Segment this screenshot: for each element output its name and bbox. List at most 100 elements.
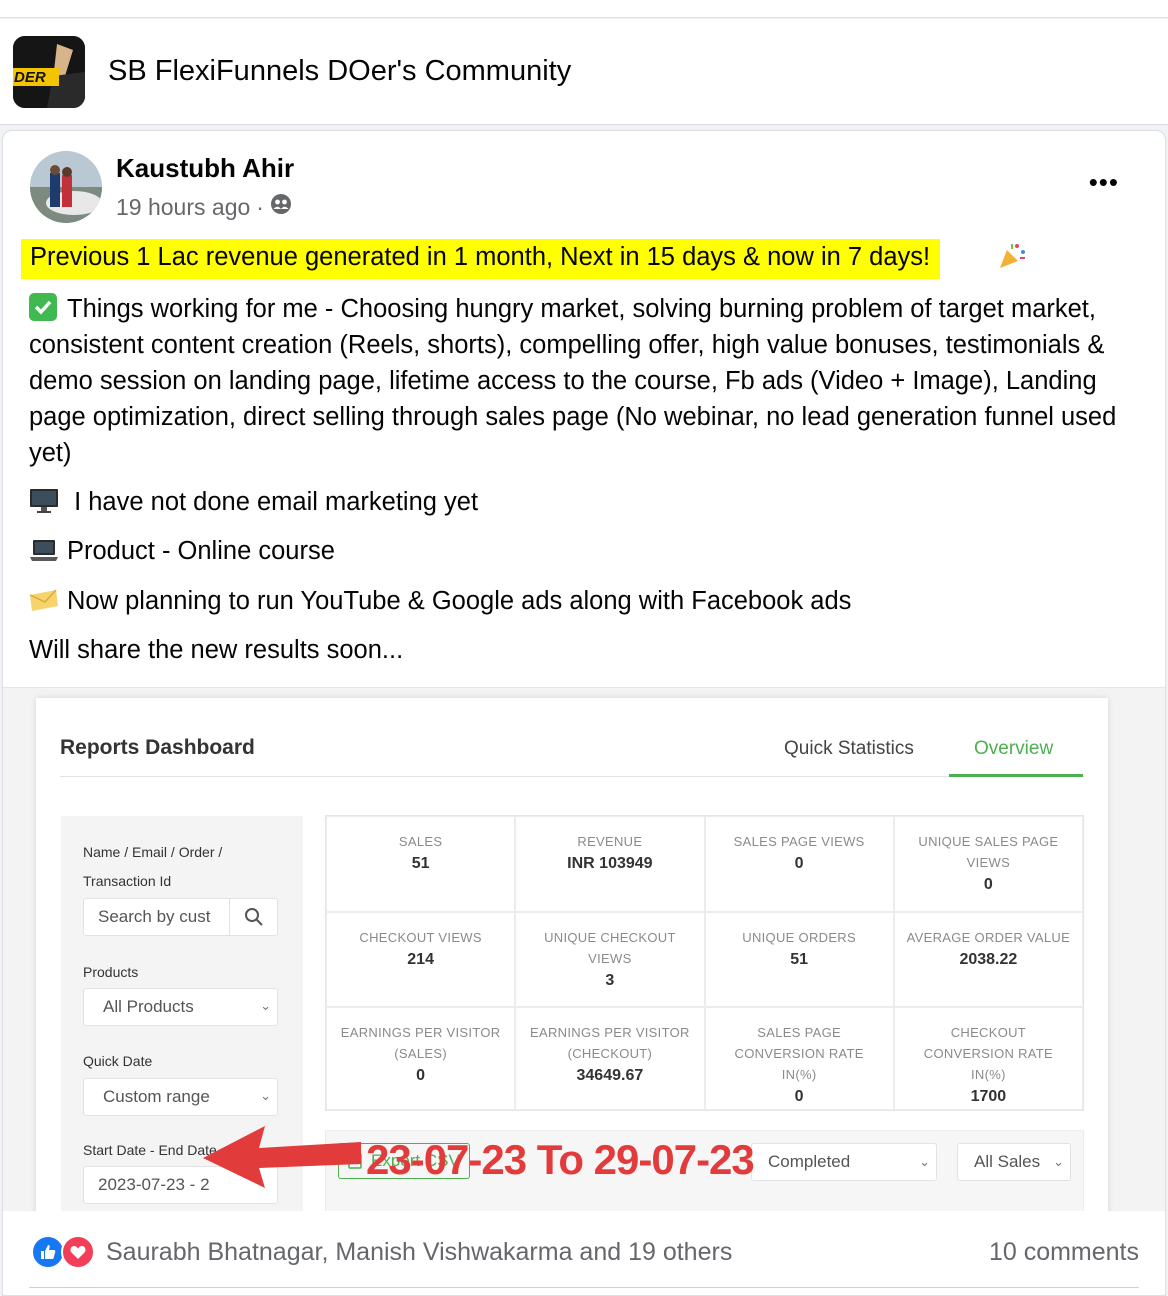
group-name[interactable]: SB FlexiFunnels DOer's Community [108, 55, 571, 88]
stat-value: 51 [790, 950, 809, 968]
envelope-icon [29, 587, 59, 613]
love-icon [61, 1235, 95, 1269]
like-icon [31, 1235, 65, 1269]
laptop-icon [29, 537, 59, 563]
sales-type-value: All Sales [974, 1152, 1041, 1171]
search-input[interactable]: Search by cust [83, 898, 278, 936]
products-label: Products [83, 964, 139, 980]
stat-label: REVENUE [577, 834, 643, 849]
search-input-placeholder: Search by cust [98, 907, 211, 926]
top-bar [0, 0, 1168, 18]
search-label: Name / Email / Order / Transaction Id [83, 838, 222, 896]
tab-divider [60, 776, 1084, 777]
stat-card: SALES 51 [326, 816, 516, 912]
stat-value: 1700 [970, 1088, 1007, 1105]
product-paragraph: Product - Online course [29, 533, 1149, 569]
stat-label: CHECKOUT CONVERSION RATE IN(%) [923, 1025, 1053, 1082]
stat-label: EARNINGS PER VISITOR (CHECKOUT) [530, 1025, 690, 1061]
chevron-down-icon: ⌄ [260, 1088, 271, 1103]
products-select[interactable]: All Products ⌄ [83, 988, 278, 1026]
search-icon[interactable] [229, 899, 277, 935]
quick-date-label: Quick Date [83, 1053, 153, 1069]
stat-value: 3 [605, 971, 615, 989]
search-label-line-1: Name / Email / Order / [83, 844, 223, 860]
stat-value: 51 [411, 855, 430, 872]
more-options-button[interactable]: ••• [1089, 167, 1119, 198]
group-icon [270, 193, 292, 221]
date-range-annotation: 23-07-23 To 29-07-23 [366, 1136, 755, 1183]
post-image[interactable]: Reports Dashboard Quick Statistics Overv… [3, 687, 1165, 1211]
stat-value: 2038.22 [959, 950, 1018, 968]
post-highlight: Previous 1 Lac revenue generated in 1 mo… [21, 239, 941, 279]
stat-label: UNIQUE ORDERS [742, 929, 856, 945]
stat-value: INR 103949 [567, 855, 653, 872]
stat-label: SALES [398, 834, 443, 849]
comments-count[interactable]: 10 comments [989, 1238, 1139, 1267]
things-working-paragraph: Things working for me - Choosing hungry … [29, 291, 1149, 471]
group-header: DER SB FlexiFunnels DOer's Community [0, 19, 1168, 125]
stat-card: REVENUE INR 103949 [515, 816, 705, 912]
stat-card: AVERAGE ORDER VALUE 2038.22 [893, 911, 1083, 1007]
stat-card: UNIQUE CHECKOUT VIEWS 3 [515, 911, 705, 1007]
author-name[interactable]: Kaustubh Ahir [116, 153, 294, 184]
post-footer: Saurabh Bhatnagar, Manish Vishwakarma an… [3, 1211, 1165, 1295]
stat-label: SALES PAGE VIEWS [733, 834, 865, 849]
tab-quick-statistics[interactable]: Quick Statistics [784, 738, 914, 760]
stat-value: 0 [983, 876, 993, 893]
planning-paragraph: Now planning to run YouTube & Google ads… [29, 583, 1149, 619]
quick-date-value: Custom range [103, 1087, 210, 1106]
search-label-line-2: Transaction Id [83, 873, 172, 889]
post-time[interactable]: 19 hours ago [116, 194, 250, 221]
stat-card: CHECKOUT CONVERSION RATE IN(%) 1700 [893, 1007, 1083, 1110]
stat-value: 0 [416, 1067, 426, 1084]
stat-label: AVERAGE ORDER VALUE [906, 929, 1071, 945]
dashboard-title: Reports Dashboard [60, 736, 255, 759]
stat-label: UNIQUE SALES PAGE VIEWS [918, 834, 1059, 870]
stat-value: 34649.67 [576, 1067, 644, 1084]
email-paragraph: I have not done email marketing yet [29, 484, 1149, 520]
email-text: I have not done email marketing yet [67, 488, 479, 516]
status-select[interactable]: Completed ⌄ [751, 1143, 937, 1181]
sales-type-select[interactable]: All Sales ⌄ [957, 1143, 1071, 1181]
closing-paragraph: Will share the new results soon... [29, 636, 404, 664]
post-meta: 19 hours ago · [116, 193, 292, 221]
products-select-value: All Products [103, 997, 194, 1016]
chevron-down-icon: ⌄ [919, 1154, 930, 1169]
check-mark-icon [29, 293, 59, 321]
status-select-value: Completed [768, 1152, 851, 1171]
post-card: Kaustubh Ahir 19 hours ago · ••• Previou… [2, 130, 1166, 1296]
tab-overview[interactable]: Overview [974, 738, 1053, 760]
stat-label: CHECKOUT VIEWS [359, 929, 482, 945]
reaction-icons[interactable] [31, 1235, 95, 1269]
stat-label: UNIQUE CHECKOUT VIEWS [544, 929, 676, 966]
party-popper-icon [997, 241, 1027, 278]
meta-separator: · [256, 193, 264, 220]
group-logo[interactable]: DER [13, 36, 85, 108]
desktop-icon [29, 488, 59, 514]
chevron-down-icon: ⌄ [260, 998, 271, 1013]
group-logo-text: DER [14, 69, 46, 86]
stat-card: SALES PAGE VIEWS 0 [704, 816, 894, 912]
stat-card: EARNINGS PER VISITOR (SALES) 0 [326, 1007, 516, 1110]
stat-card: CHECKOUT VIEWS 214 [326, 911, 516, 1007]
chevron-down-icon: ⌄ [1053, 1154, 1064, 1169]
footer-divider [29, 1287, 1139, 1288]
red-arrow-annotation [203, 1126, 361, 1188]
stat-card: EARNINGS PER VISITOR (CHECKOUT) 34649.67 [515, 1007, 705, 1110]
quick-date-select[interactable]: Custom range ⌄ [83, 1078, 278, 1116]
stat-label: EARNINGS PER VISITOR (SALES) [340, 1025, 501, 1061]
product-text: Product - Online course [67, 537, 335, 565]
stat-label: SALES PAGE CONVERSION RATE IN(%) [734, 1025, 864, 1082]
reactors-text[interactable]: Saurabh Bhatnagar, Manish Vishwakarma an… [106, 1238, 732, 1267]
things-working-text: Things working for me - Choosing hungry … [29, 295, 1117, 467]
stat-card: UNIQUE ORDERS 51 [704, 911, 894, 1007]
stat-card: SALES PAGE CONVERSION RATE IN(%) 0 [704, 1007, 894, 1110]
stat-card: UNIQUE SALES PAGE VIEWS 0 [893, 816, 1083, 912]
active-tab-indicator [949, 774, 1083, 777]
avatar[interactable] [30, 151, 102, 223]
stat-value: 214 [407, 950, 434, 968]
planning-text: Now planning to run YouTube & Google ads… [67, 587, 852, 615]
stat-value: 0 [794, 1088, 804, 1105]
stat-value: 0 [794, 855, 804, 872]
stats-grid: SALES 51 REVENUE INR 103949 SALES PAGE VIEWS… [325, 815, 1084, 1111]
